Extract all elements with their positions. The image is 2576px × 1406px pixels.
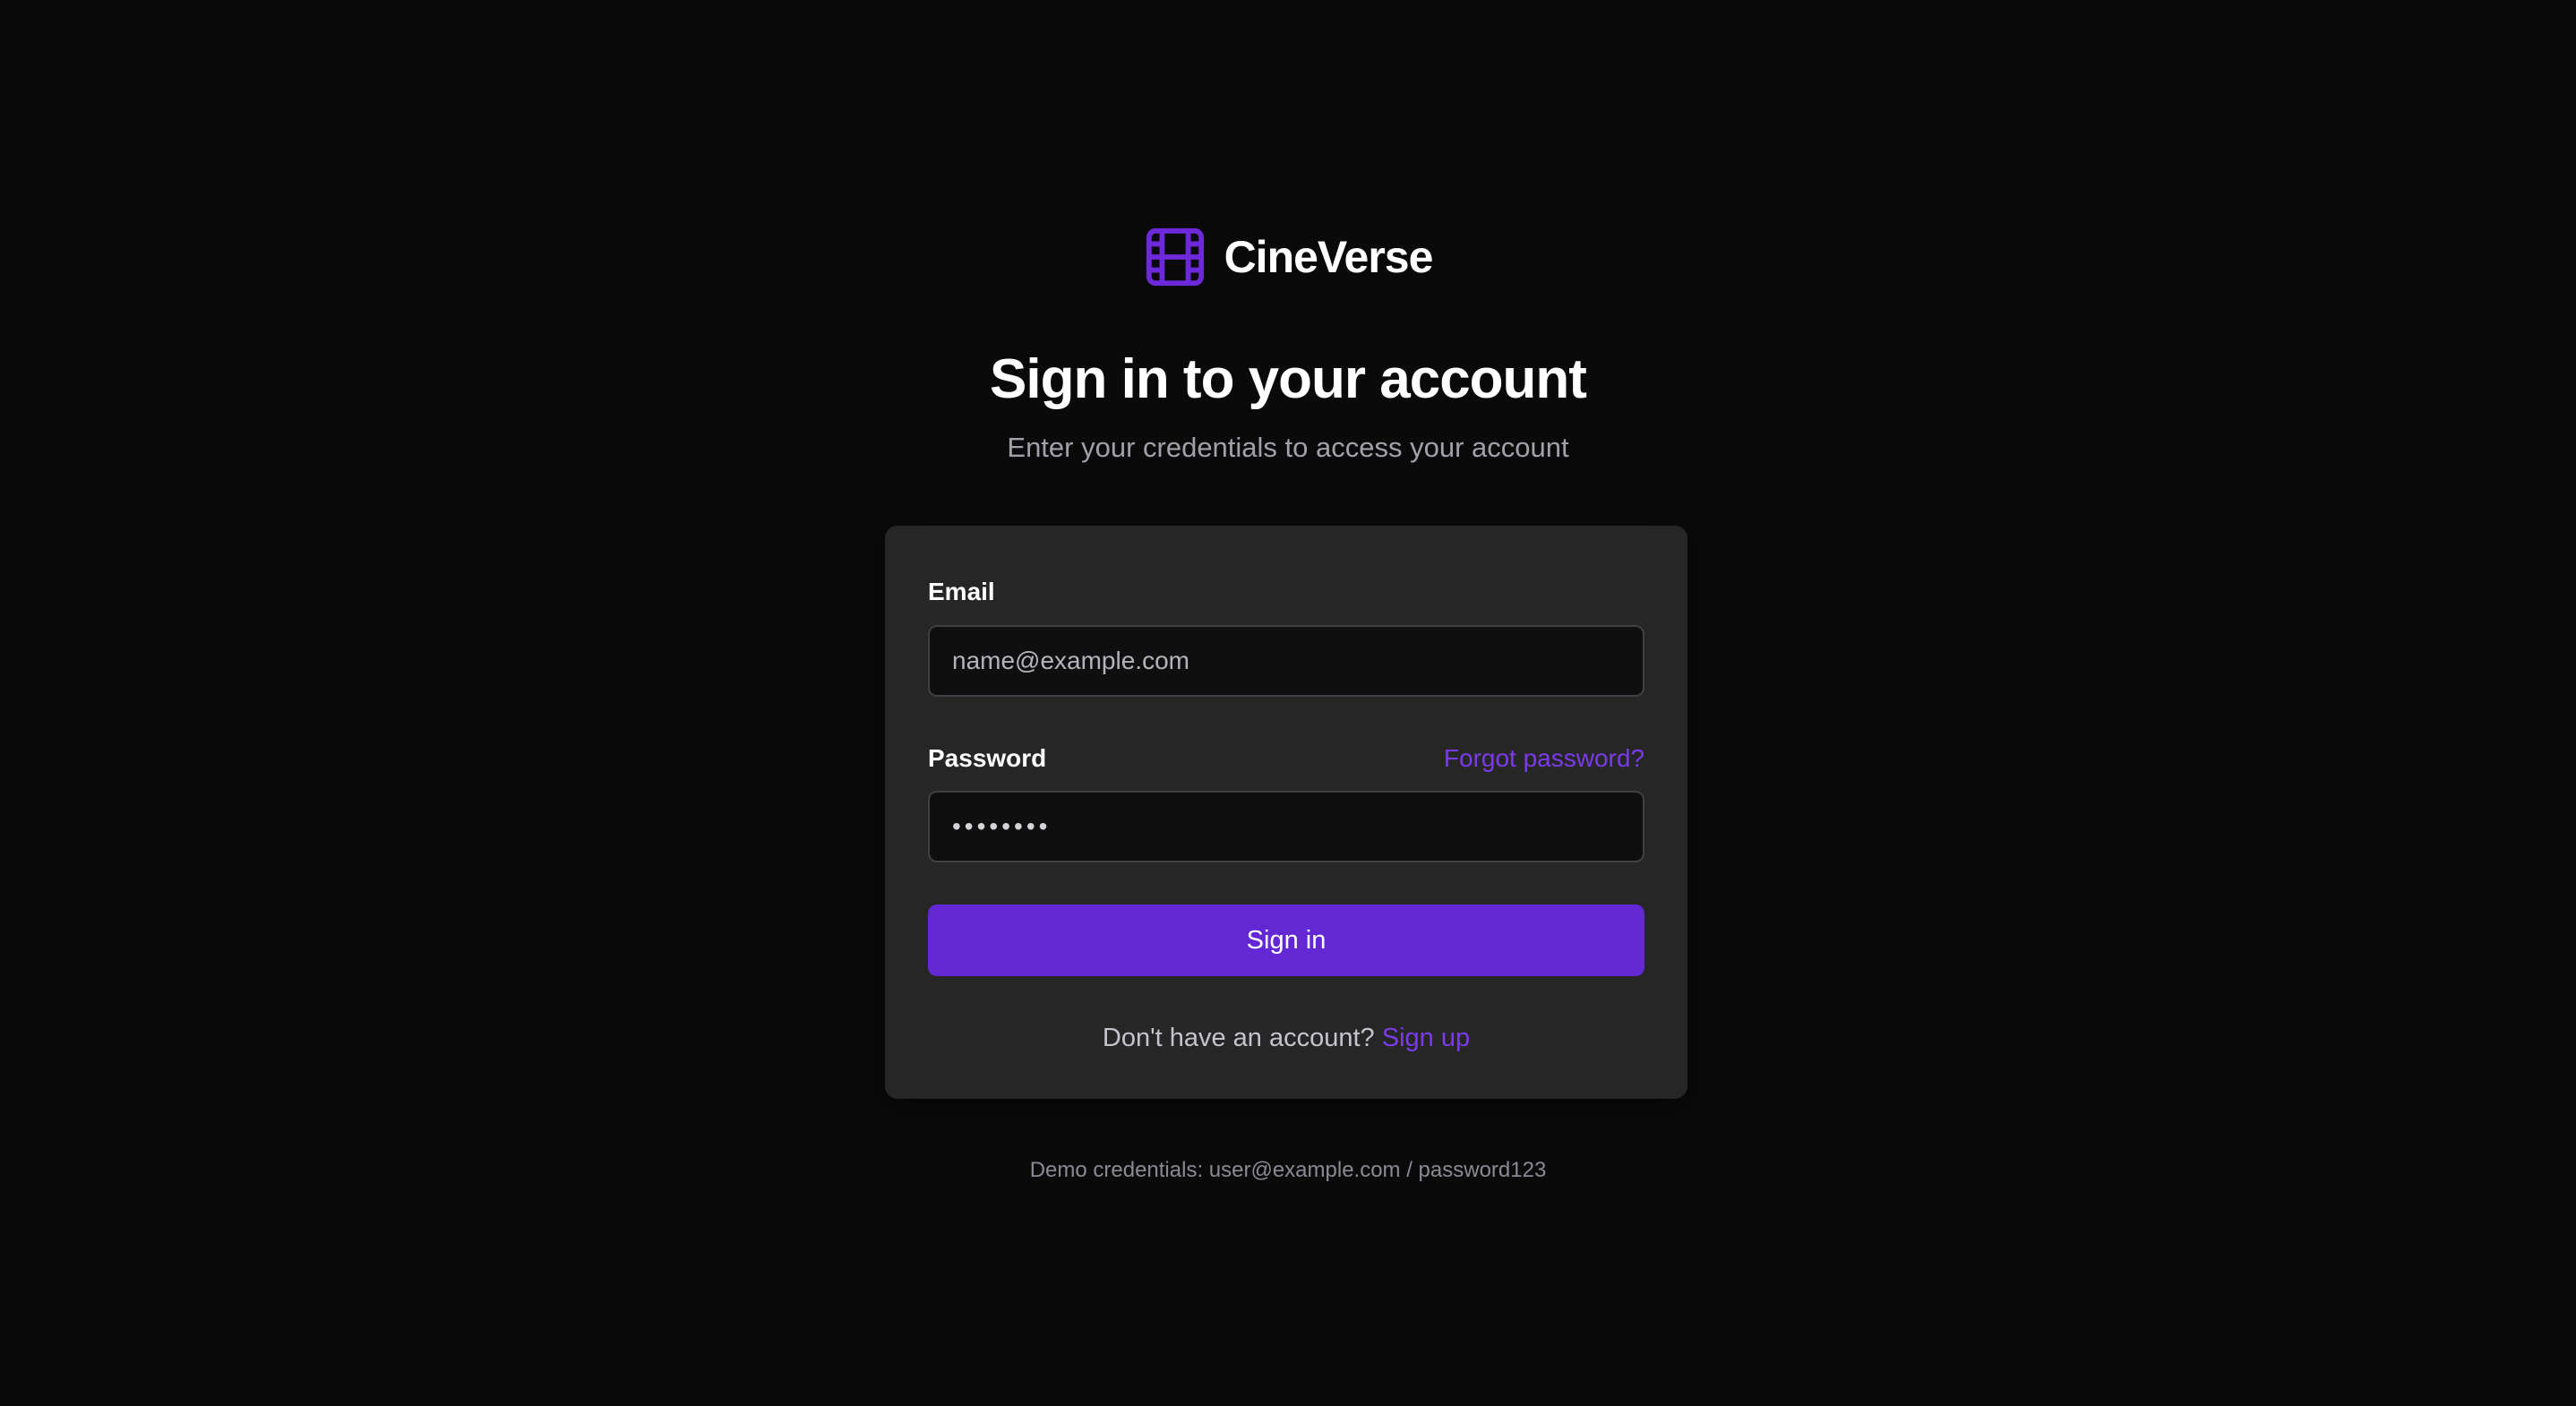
demo-credentials-note: Demo credentials: user@example.com / pas… bbox=[1029, 1158, 1547, 1182]
signup-row: Don't have an account? Sign up bbox=[885, 1020, 1687, 1056]
password-field[interactable] bbox=[928, 791, 1644, 862]
sign-up-link[interactable]: Sign up bbox=[1382, 1024, 1470, 1052]
sign-in-button[interactable]: Sign in bbox=[928, 904, 1644, 976]
brand-header: CineVerse bbox=[0, 224, 2576, 290]
page-title: Sign in to your account bbox=[990, 348, 1587, 410]
page-subtitle: Enter your credentials to access your ac… bbox=[1007, 432, 1569, 463]
brand-name: CineVerse bbox=[1224, 232, 1434, 282]
forgot-password-link[interactable]: Forgot password? bbox=[1444, 742, 1644, 775]
email-field[interactable] bbox=[928, 625, 1644, 697]
film-icon bbox=[1146, 227, 1204, 287]
signup-prompt: Don't have an account? bbox=[1102, 1024, 1375, 1052]
email-label: Email bbox=[928, 578, 995, 605]
login-page: CineVerse Sign in to your account Enter … bbox=[0, 0, 2576, 1406]
login-card: Email Password Forgot password? Sign in … bbox=[885, 526, 1687, 1099]
password-label: Password bbox=[928, 744, 1047, 772]
